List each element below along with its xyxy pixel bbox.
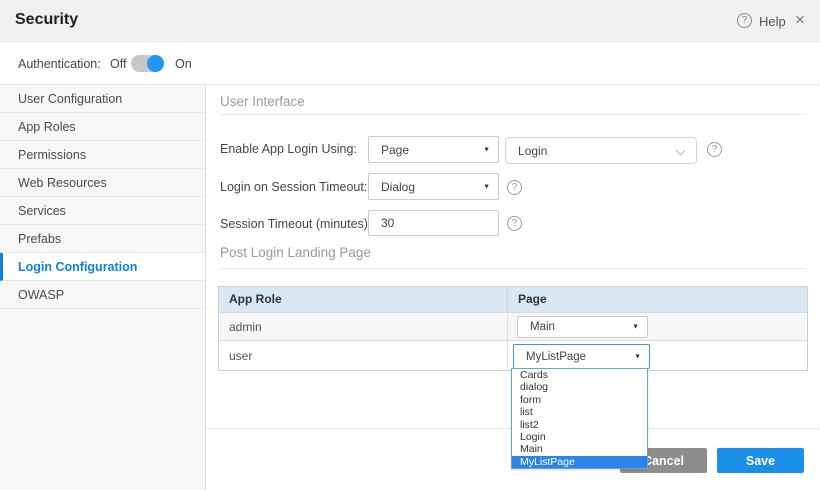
session-timeout-minutes-input[interactable] <box>368 210 499 236</box>
user-page-value: MyListPage <box>526 351 586 363</box>
select-arrow-icon: ▼ <box>634 353 641 360</box>
close-icon[interactable]: × <box>795 10 805 30</box>
login-type-select[interactable]: Page ▼ <box>368 136 499 163</box>
sidebar-item-web-resources[interactable]: Web Resources <box>0 169 205 197</box>
dropdown-option-login[interactable]: Login <box>512 431 647 443</box>
login-type-value: Page <box>381 143 409 157</box>
admin-page-select[interactable]: Main ▼ <box>517 316 648 338</box>
session-timeout-type-select[interactable]: Dialog ▼ <box>368 173 499 200</box>
dropdown-option-dialog[interactable]: dialog <box>512 381 647 393</box>
authentication-bar: Authentication: Off On <box>0 43 820 85</box>
help-icon[interactable]: ? <box>737 13 752 28</box>
enable-app-login-label: Enable App Login Using: <box>220 142 357 156</box>
column-header-page: Page <box>508 287 807 312</box>
table-header-row: App Role Page <box>219 287 807 312</box>
select-arrow-icon: ▼ <box>632 324 639 331</box>
save-button[interactable]: Save <box>717 448 804 473</box>
sidebar-item-login-configuration[interactable]: Login Configuration <box>0 253 205 281</box>
dropdown-option-list2[interactable]: list2 <box>512 419 647 431</box>
toggle-off-label: Off <box>110 57 126 71</box>
sidebar-item-permissions[interactable]: Permissions <box>0 141 205 169</box>
sidebar-item-app-roles[interactable]: App Roles <box>0 113 205 141</box>
select-arrow-icon: ▼ <box>483 146 490 153</box>
sidebar-item-services[interactable]: Services <box>0 197 205 225</box>
user-page-select[interactable]: MyListPage ▼ <box>513 344 650 369</box>
sidebar-item-owasp[interactable]: OWASP <box>0 281 205 309</box>
section-divider <box>220 268 806 269</box>
session-timeout-type-value: Dialog <box>381 180 415 194</box>
section-title-post-login: Post Login Landing Page <box>220 245 371 260</box>
enable-app-login-help-icon[interactable]: ? <box>707 142 722 157</box>
table-row-user: user MyListPage ▼ <box>219 340 807 370</box>
header: Security ? Help × <box>0 0 820 43</box>
authentication-toggle[interactable] <box>131 55 164 72</box>
page-dropdown-list: Cards dialog form list list2 Login Main … <box>511 368 648 469</box>
security-window: Security ? Help × Authentication: Off On… <box>0 0 820 490</box>
app-role-value: admin <box>219 313 508 340</box>
dropdown-option-main[interactable]: Main <box>512 443 647 455</box>
login-page-value: Login <box>518 144 547 158</box>
toggle-on-label: On <box>175 57 192 71</box>
authentication-label: Authentication: <box>18 57 101 71</box>
admin-page-value: Main <box>530 321 555 333</box>
page-title: Security <box>15 11 78 29</box>
toggle-knob-icon <box>147 55 164 72</box>
dropdown-option-list[interactable]: list <box>512 406 647 418</box>
session-timeout-type-label: Login on Session Timeout: <box>220 180 367 194</box>
dropdown-option-cards[interactable]: Cards <box>512 369 647 381</box>
landing-page-table: App Role Page admin Main ▼ user MyListPa… <box>218 286 808 371</box>
select-arrow-icon: ▼ <box>483 183 490 190</box>
section-title-user-interface: User Interface <box>220 94 305 109</box>
sidebar-item-user-configuration[interactable]: User Configuration <box>0 85 205 113</box>
session-timeout-type-help-icon[interactable]: ? <box>507 180 522 195</box>
sidebar-item-prefabs[interactable]: Prefabs <box>0 225 205 253</box>
dropdown-option-mylistpage[interactable]: MyListPage <box>512 456 647 468</box>
app-role-value: user <box>219 341 508 370</box>
table-row-admin: admin Main ▼ <box>219 312 807 340</box>
sidebar: User Configuration App Roles Permissions… <box>0 85 206 490</box>
column-header-app-role: App Role <box>219 287 508 312</box>
help-link[interactable]: Help <box>759 14 786 29</box>
chevron-down-icon <box>676 146 686 156</box>
session-timeout-minutes-help-icon[interactable]: ? <box>507 216 522 231</box>
login-page-combobox[interactable]: Login <box>505 137 697 164</box>
section-divider <box>220 114 806 115</box>
dropdown-option-form[interactable]: form <box>512 394 647 406</box>
session-timeout-minutes-label: Session Timeout (minutes): <box>220 217 371 231</box>
